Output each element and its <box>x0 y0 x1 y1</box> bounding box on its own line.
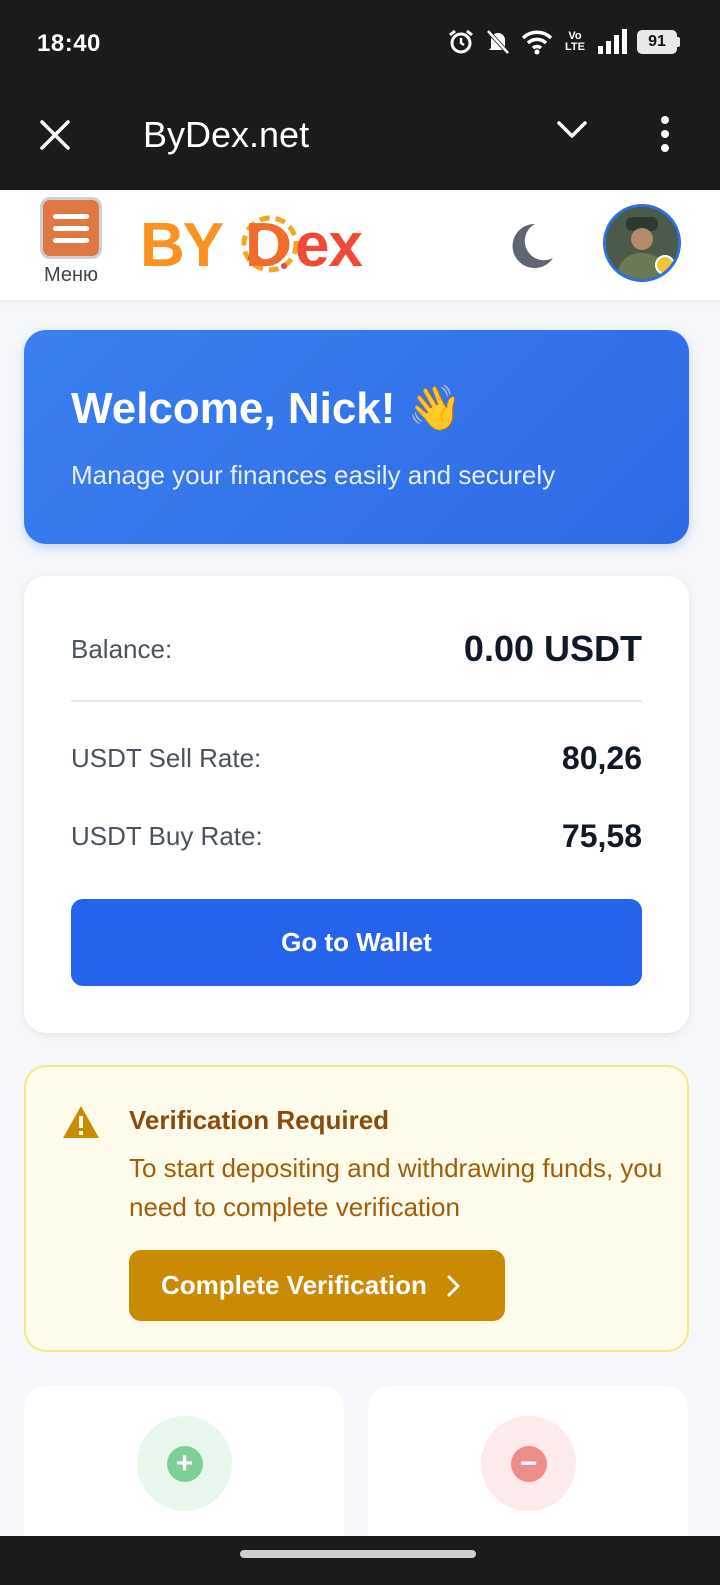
withdraw-icon-circle: − <box>481 1416 576 1511</box>
browser-toolbar: ByDex.net <box>0 90 720 190</box>
menu-button[interactable] <box>40 197 102 259</box>
chevron-down-icon[interactable] <box>557 120 587 140</box>
balance-value: 0.00 USDT <box>463 628 642 669</box>
menu-label: Меню <box>43 264 99 286</box>
go-to-wallet-button[interactable]: Go to Wallet <box>71 899 642 986</box>
notifications-off-icon <box>486 29 510 55</box>
sell-rate-row: USDT Sell Rate: 80,26 <box>71 740 642 777</box>
dark-mode-icon[interactable] <box>505 220 557 272</box>
status-icons: Vo LTE 91 <box>447 28 680 56</box>
warning-icon <box>63 1106 99 1138</box>
verification-message: To start depositing and withdrawing fund… <box>129 1153 663 1222</box>
battery-indicator: 91 <box>637 30 680 54</box>
buy-rate-value: 75,58 <box>561 818 642 854</box>
welcome-subtitle: Manage your finances easily and securely <box>71 460 556 490</box>
buy-rate-row: USDT Buy Rate: 75,58 <box>71 818 642 855</box>
welcome-banner: Welcome, Nick! 👋 Manage your finances ea… <box>24 330 689 544</box>
home-gesture-pill[interactable] <box>240 1550 476 1558</box>
network-type-label: Vo LTE <box>565 30 585 53</box>
browser-title: ByDex.net <box>143 114 310 155</box>
close-icon[interactable] <box>38 118 72 152</box>
status-time: 18:40 <box>37 30 101 57</box>
balance-card: Balance: 0.00 USDT USDT Sell Rate: 80,26… <box>24 576 689 1033</box>
verification-title: Verification Required <box>129 1105 390 1135</box>
balance-row: Balance: 0.00 USDT <box>71 628 642 670</box>
more-vert-icon[interactable] <box>660 116 670 152</box>
buy-rate-label: USDT Buy Rate: <box>71 821 263 851</box>
battery-level: 91 <box>637 30 677 54</box>
hamburger-icon <box>53 213 89 219</box>
bydex-logo[interactable]: BY D ex <box>140 208 380 280</box>
complete-verification-label: Complete Verification <box>161 1270 427 1300</box>
user-avatar[interactable] <box>603 204 681 282</box>
balance-label: Balance: <box>71 633 173 664</box>
wifi-icon <box>521 30 553 55</box>
alarm-icon <box>449 29 473 54</box>
verification-alert: Verification Required To start depositin… <box>24 1065 689 1352</box>
status-bar: 18:40 Vo LTE 91 <box>0 0 720 90</box>
app-header: Меню BY D ex <box>0 190 720 300</box>
signal-icon <box>598 29 627 54</box>
sell-rate-value: 80,26 <box>561 740 642 776</box>
verified-badge <box>655 255 675 275</box>
deposit-icon-circle: + <box>137 1416 232 1511</box>
plus-icon: + <box>166 1445 203 1482</box>
complete-verification-button[interactable]: Complete Verification <box>129 1250 505 1321</box>
sell-rate-label: USDT Sell Rate: <box>71 743 262 773</box>
divider <box>71 700 642 702</box>
minus-icon: − <box>510 1445 547 1482</box>
chevron-right-icon <box>447 1275 460 1296</box>
welcome-title: Welcome, Nick! 👋 <box>71 384 463 433</box>
system-nav-bar <box>0 1536 720 1585</box>
